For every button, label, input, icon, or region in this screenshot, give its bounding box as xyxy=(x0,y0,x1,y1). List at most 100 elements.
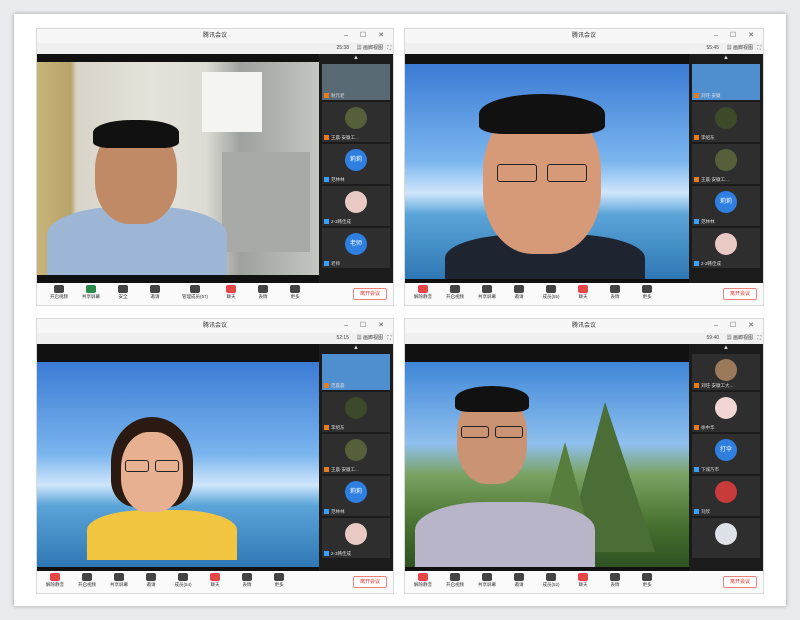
window-controls[interactable]: – ☐ ✕ xyxy=(344,29,389,43)
gallery-view-label: 画廊视图 xyxy=(732,45,753,51)
unmute-button[interactable]: 解除静音 xyxy=(409,573,437,588)
gallery-view-button[interactable]: ▦ 画廊视图 xyxy=(727,43,753,54)
window-controls[interactable]: – ☐ ✕ xyxy=(714,29,759,43)
participant-tile[interactable]: 2-3韩佳成 xyxy=(322,518,390,558)
security-button[interactable]: 安全 xyxy=(109,285,137,300)
leave-meeting-button[interactable]: 离开会议 xyxy=(723,576,757,588)
participant-name: 范林林 xyxy=(701,219,715,224)
scroll-up-icon[interactable]: ▲ xyxy=(319,54,393,62)
fullscreen-icon[interactable]: ⛶ xyxy=(387,333,391,344)
participant-tile[interactable]: 李绍东 xyxy=(692,102,760,142)
share-icon xyxy=(482,573,492,581)
participant-sidebar[interactable]: ▲ 范晨晨 李绍东 王晨·安徽工... 莉莉 范林林 2-3韩佳成 xyxy=(319,344,393,571)
unmute-button[interactable]: 解除静音 xyxy=(409,285,437,300)
meeting-toolbar: 解除静音 开启视频 共享屏幕 邀请 成员(54) 聊天 表情 更多 离开会议 xyxy=(37,571,393,593)
more-button[interactable]: 更多 xyxy=(281,285,309,300)
participant-tile[interactable]: 2-3韩佳成 xyxy=(692,228,760,268)
share-screen-button[interactable]: 共享屏幕 xyxy=(473,573,501,588)
mic-icon xyxy=(694,219,699,225)
participant-name: 2-3韩佳成 xyxy=(331,219,352,224)
more-button[interactable]: 更多 xyxy=(633,285,661,300)
reaction-button[interactable]: 表情 xyxy=(601,573,629,588)
toolbar-label: 更多 xyxy=(290,294,300,299)
reaction-button[interactable]: 表情 xyxy=(233,573,261,588)
participant-tile[interactable]: 莉莉 范林林 xyxy=(322,476,390,516)
gallery-view-button[interactable]: ▦ 画廊视图 xyxy=(727,333,753,344)
title-bar: 腾讯会议 – ☐ ✕ xyxy=(37,29,393,43)
participant-tile[interactable]: 2-3韩佳成 xyxy=(322,186,390,226)
members-button[interactable]: 成员(52) xyxy=(537,573,565,588)
unmute-button[interactable]: 解除静音 xyxy=(41,573,69,588)
chat-button[interactable]: 聊天 xyxy=(569,285,597,300)
camera-icon xyxy=(450,573,460,581)
meeting-window-3: 腾讯会议 – ☐ ✕ 52:15 ▦ 画廊视图 ⛶ ▲ 范晨晨 李绍东 王晨·安… xyxy=(36,318,394,594)
participant-tile[interactable]: 打伞 下城乃市 xyxy=(692,434,760,474)
meeting-toolbar: 解除静音 开启视频 共享屏幕 邀请 成员(55) 聊天 表情 更多 离开会议 xyxy=(405,283,763,305)
leave-meeting-button[interactable]: 离开会议 xyxy=(353,576,387,588)
avatar xyxy=(715,107,737,129)
scroll-up-icon[interactable]: ▲ xyxy=(319,344,393,352)
share-screen-button[interactable]: 共享屏幕 xyxy=(473,285,501,300)
participant-tile[interactable] xyxy=(692,518,760,558)
video-button[interactable]: 开启视频 xyxy=(441,573,469,588)
fullscreen-icon[interactable]: ⛶ xyxy=(757,333,761,344)
participant-tile[interactable]: 王晨·安徽工... xyxy=(322,434,390,474)
participant-tile[interactable]: 王晨·安徽工... xyxy=(692,144,760,184)
members-button[interactable]: 成员(55) xyxy=(537,285,565,300)
members-button[interactable]: 管理成员(57) xyxy=(177,285,213,300)
participant-tile[interactable]: 刘欣 xyxy=(692,476,760,516)
window-bg xyxy=(202,72,262,132)
scroll-up-icon[interactable]: ▲ xyxy=(689,344,763,352)
window-controls[interactable]: – ☐ ✕ xyxy=(714,319,759,333)
chat-button[interactable]: 聊天 xyxy=(217,285,245,300)
participant-tile[interactable]: 李绍东 xyxy=(322,392,390,432)
participant-tile[interactable]: 老师 老师 xyxy=(322,228,390,268)
more-button[interactable]: 更多 xyxy=(265,573,293,588)
video-button[interactable]: 开启视频 xyxy=(73,573,101,588)
emoji-icon xyxy=(610,573,620,581)
participant-tile[interactable]: 莉莉 范林林 xyxy=(692,186,760,226)
gallery-view-button[interactable]: ▦ 画廊视图 xyxy=(357,43,383,54)
participant-tile[interactable]: 范晨晨 xyxy=(322,354,390,390)
gallery-view-button[interactable]: ▦ 画廊视图 xyxy=(357,333,383,344)
participant-name: 王晨·安徽工... xyxy=(701,177,729,182)
participant-name: 2-3韩佳成 xyxy=(701,261,722,266)
fullscreen-icon[interactable]: ⛶ xyxy=(387,43,391,54)
participant-tile[interactable]: 徐中华 xyxy=(692,392,760,432)
participant-tile[interactable]: 刘旺·安徽 xyxy=(692,64,760,100)
chat-button[interactable]: 聊天 xyxy=(569,573,597,588)
mic-icon xyxy=(324,425,329,431)
toolbar-label: 聊天 xyxy=(578,294,588,299)
video-button[interactable]: 开启视频 xyxy=(45,285,73,300)
participant-tile[interactable]: 刘旺·安徽工大... xyxy=(692,354,760,390)
invite-button[interactable]: 邀请 xyxy=(141,285,169,300)
avatar: 老师 xyxy=(345,233,367,255)
participant-tile[interactable]: 莉莉 范林林 xyxy=(322,144,390,184)
window-title: 腾讯会议 xyxy=(202,323,227,329)
share-screen-button[interactable]: 共享屏幕 xyxy=(105,573,133,588)
video-area: ▲ 刘旺·安徽工大... 徐中华 打伞 下城乃市 刘欣 xyxy=(405,344,763,571)
toolbar-label: 更多 xyxy=(642,294,652,299)
scroll-up-icon[interactable]: ▲ xyxy=(689,54,763,62)
participant-sidebar[interactable]: ▲ 秋元老 王晨·安徽工... 莉莉 范林林 2-3韩佳成 老师 老师 xyxy=(319,54,393,283)
members-button[interactable]: 成员(54) xyxy=(169,573,197,588)
participant-sidebar[interactable]: ▲ 刘旺·安徽 李绍东 王晨·安徽工... 莉莉 范林林 2-3韩佳成 xyxy=(689,54,763,283)
invite-button[interactable]: 邀请 xyxy=(505,285,533,300)
leave-meeting-button[interactable]: 离开会议 xyxy=(723,288,757,300)
participant-tile[interactable]: 秋元老 xyxy=(322,64,390,100)
invite-button[interactable]: 邀请 xyxy=(505,573,533,588)
more-button[interactable]: 更多 xyxy=(633,573,661,588)
leave-meeting-button[interactable]: 离开会议 xyxy=(353,288,387,300)
toolbar-label: 更多 xyxy=(274,582,284,587)
invite-button[interactable]: 邀请 xyxy=(137,573,165,588)
reaction-button[interactable]: 表情 xyxy=(601,285,629,300)
video-button[interactable]: 开启视频 xyxy=(441,285,469,300)
participant-tile[interactable]: 王晨·安徽工... xyxy=(322,102,390,142)
window-controls[interactable]: – ☐ ✕ xyxy=(344,319,389,333)
share-screen-button[interactable]: 共享屏幕 xyxy=(77,285,105,300)
window-title: 腾讯会议 xyxy=(571,323,596,329)
fullscreen-icon[interactable]: ⛶ xyxy=(757,43,761,54)
reaction-button[interactable]: 表情 xyxy=(249,285,277,300)
chat-button[interactable]: 聊天 xyxy=(201,573,229,588)
participant-sidebar[interactable]: ▲ 刘旺·安徽工大... 徐中华 打伞 下城乃市 刘欣 xyxy=(689,344,763,571)
